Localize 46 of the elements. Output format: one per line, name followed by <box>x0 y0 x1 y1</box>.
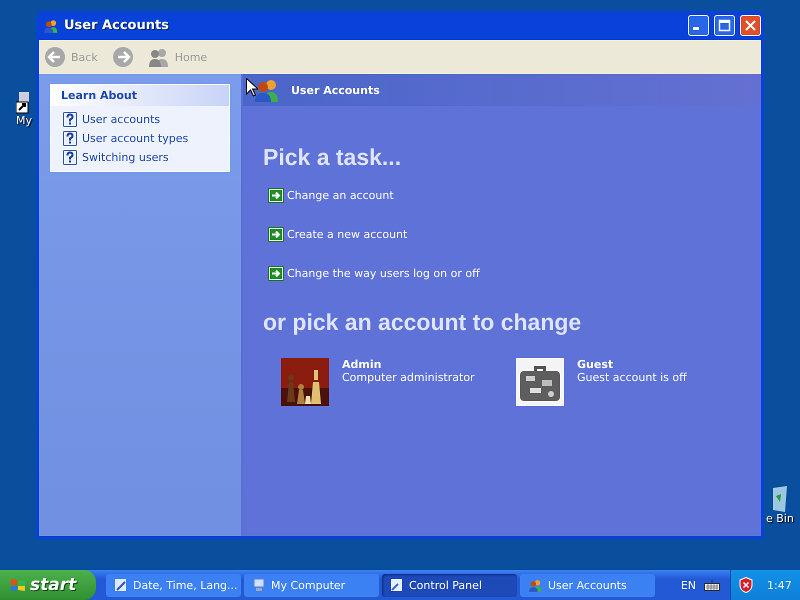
close-button[interactable] <box>740 15 761 36</box>
users-icon <box>253 78 281 102</box>
help-link[interactable]: User accounts <box>82 113 160 126</box>
account-name[interactable]: Guest <box>577 358 687 371</box>
users-icon <box>43 18 59 32</box>
help-icon <box>63 150 77 165</box>
account-type: Guest account is off <box>577 371 687 384</box>
help-link[interactable]: User account types <box>82 132 188 145</box>
close-icon <box>744 19 757 32</box>
shield-icon[interactable] <box>739 577 753 593</box>
start-button[interactable]: start <box>0 570 96 600</box>
document-icon <box>390 578 404 592</box>
users-icon <box>528 578 543 592</box>
minimize-icon <box>693 27 699 30</box>
cursor-icon <box>246 78 258 97</box>
account-type: Computer administrator <box>342 371 475 384</box>
taskbar-button[interactable]: User Accounts <box>520 574 655 596</box>
language-indicator[interactable]: EN <box>680 578 696 592</box>
window-title: User Accounts <box>64 18 170 33</box>
keyboard-icon[interactable] <box>704 580 720 590</box>
panel-title: Learn About <box>51 85 229 106</box>
windows-flag-icon <box>10 577 26 593</box>
arrow-icon <box>268 266 284 281</box>
taskbar-button[interactable]: Date, Time, Lang... <box>106 574 241 596</box>
users-icon <box>148 47 170 67</box>
document-icon <box>114 578 128 592</box>
help-icon <box>63 112 77 127</box>
help-icon <box>63 131 77 146</box>
header-title: User Accounts <box>291 84 380 96</box>
task-heading: Pick a task... <box>263 144 402 171</box>
maximize-icon <box>718 19 731 32</box>
task-link[interactable]: Change the way users log on or off <box>287 267 480 280</box>
task-link[interactable]: Create a new account <box>287 228 408 241</box>
taskbar-button[interactable]: My Computer <box>244 574 379 596</box>
clock: 1:47 <box>767 578 792 592</box>
account-heading: or pick an account to change <box>263 309 582 336</box>
maximize-button[interactable] <box>714 15 735 36</box>
taskbar-button[interactable]: Control Panel <box>382 574 517 596</box>
desktop-icon-label[interactable]: My <box>16 114 32 127</box>
task-link[interactable]: Change an account <box>287 189 394 202</box>
minimize-button[interactable] <box>688 15 709 36</box>
desktop-icon-label[interactable]: e Bin <box>766 512 794 525</box>
arrow-icon <box>268 188 284 203</box>
account-name[interactable]: Admin <box>342 358 475 371</box>
help-link[interactable]: Switching users <box>82 151 169 164</box>
arrow-icon <box>268 227 284 242</box>
